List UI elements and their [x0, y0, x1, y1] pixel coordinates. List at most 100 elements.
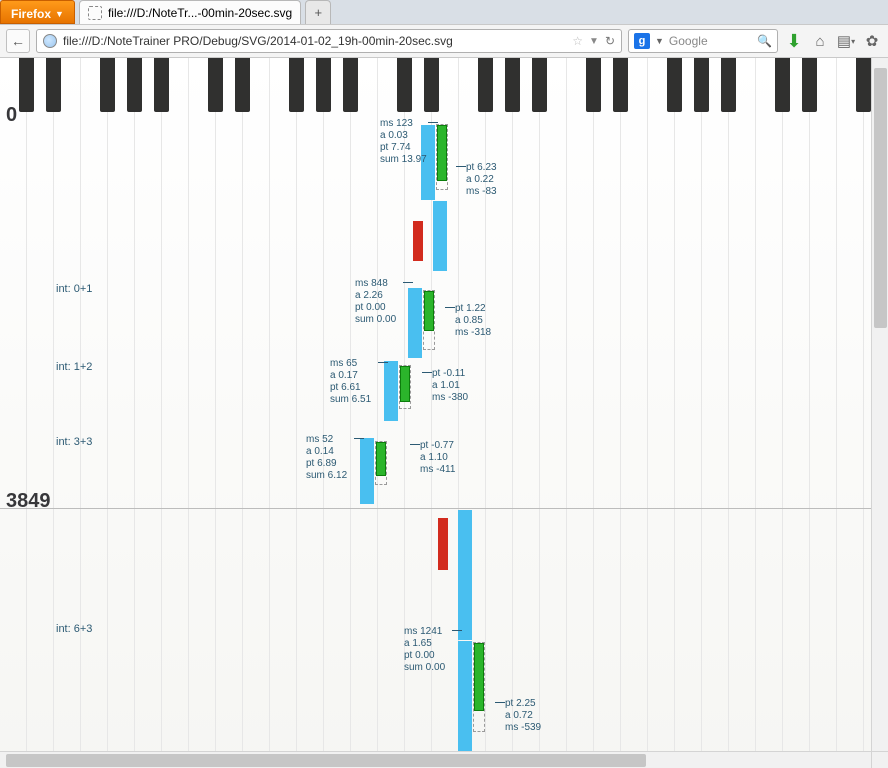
reload-icon[interactable]: ↻	[605, 34, 615, 48]
black-key	[505, 58, 520, 112]
note-annotation-left: ms 65a 0.17 pt 6.61sum 6.51	[330, 358, 378, 406]
globe-icon	[43, 34, 57, 48]
white-key-column	[135, 58, 162, 768]
horizontal-scrollbar[interactable]	[0, 751, 871, 768]
white-key-column	[270, 58, 297, 768]
note-bar-target	[384, 361, 398, 421]
url-bar[interactable]: file:///D:/NoteTrainer PRO/Debug/SVG/201…	[36, 29, 622, 53]
white-key-column	[27, 58, 54, 768]
note-annotation-left: ms 52a 0.14 pt 6.89sum 6.12	[306, 434, 354, 482]
page-icon	[88, 6, 102, 20]
note-bar-miss	[413, 221, 423, 261]
white-key-column	[243, 58, 270, 768]
browser-tab[interactable]: file:///D:/NoteTr...-00min-20sec.svg	[79, 0, 301, 24]
white-key-column	[324, 58, 351, 768]
white-key-column	[54, 58, 81, 768]
white-key-column	[837, 58, 864, 768]
bookmark-star-icon[interactable]: ☆	[572, 34, 583, 48]
browser-toolbar: ← file:///D:/NoteTrainer PRO/Debug/SVG/2…	[0, 24, 888, 58]
white-key-column	[81, 58, 108, 768]
white-key-column	[297, 58, 324, 768]
piano-keyboard	[0, 58, 888, 124]
horizontal-scrollbar-thumb[interactable]	[6, 754, 646, 767]
note-bar-target	[458, 641, 472, 751]
black-key	[19, 58, 34, 112]
note-annotation-left: ms 123a 0.03 pt 7.74sum 13.97	[380, 118, 428, 166]
plus-icon: +	[314, 5, 322, 20]
black-key	[316, 58, 331, 112]
vertical-scrollbar[interactable]	[871, 58, 888, 751]
white-key-column	[621, 58, 648, 768]
google-icon: g	[634, 33, 650, 49]
black-key	[127, 58, 142, 112]
search-icon[interactable]: 🔍	[757, 34, 772, 48]
note-bar-target	[458, 510, 472, 640]
bookmarks-menu-button[interactable]: ▤▾	[836, 31, 856, 51]
black-key	[694, 58, 709, 112]
black-key	[46, 58, 61, 112]
white-key-column	[351, 58, 378, 768]
note-annotation-right: pt -0.11a 1.01ms -380	[432, 368, 468, 404]
interval-label: int: 1+2	[56, 361, 92, 373]
black-key	[397, 58, 412, 112]
browser-tabstrip: Firefox ▼ file:///D:/NoteTr...-00min-20s…	[0, 0, 888, 24]
note-bar-miss	[438, 518, 448, 570]
tab-title: file:///D:/NoteTr...-00min-20sec.svg	[108, 6, 292, 20]
timeline-marker-top: 0	[6, 104, 17, 127]
black-key	[478, 58, 493, 112]
back-button[interactable]: ←	[6, 29, 30, 53]
note-outline	[436, 124, 448, 190]
white-key-column	[567, 58, 594, 768]
white-key-column	[594, 58, 621, 768]
white-key-column	[513, 58, 540, 768]
white-key-column	[216, 58, 243, 768]
svg-viewport[interactable]: // draw later after binding script? we n…	[0, 58, 888, 768]
note-outline	[423, 290, 435, 350]
white-key-column	[810, 58, 837, 768]
white-key-column	[783, 58, 810, 768]
white-key-column	[189, 58, 216, 768]
note-outline	[399, 365, 411, 409]
note-annotation-left: ms 1241a 1.65 pt 0.00sum 0.00	[404, 626, 452, 674]
timeline-midline	[0, 508, 888, 509]
black-key	[154, 58, 169, 112]
arrow-left-icon: ←	[11, 33, 25, 49]
search-engine-dropdown-icon[interactable]: ▼	[655, 36, 664, 46]
firefox-label: Firefox	[11, 7, 51, 21]
white-key-column	[648, 58, 675, 768]
url-dropdown-icon[interactable]: ▼	[589, 36, 599, 47]
black-key	[343, 58, 358, 112]
addon-button[interactable]: ✿	[862, 31, 882, 51]
search-bar[interactable]: g ▼ Google 🔍	[628, 29, 778, 53]
home-button[interactable]: ⌂	[810, 31, 830, 51]
vertical-scrollbar-thumb[interactable]	[874, 68, 887, 328]
black-key	[856, 58, 871, 112]
note-annotation-right: pt -0.77a 1.10ms -411	[420, 440, 455, 476]
new-tab-button[interactable]: +	[305, 0, 331, 24]
firefox-menu-button[interactable]: Firefox ▼	[0, 0, 75, 24]
note-annotation-right: pt 6.23a 0.22ms -83	[466, 162, 497, 198]
white-key-column	[540, 58, 567, 768]
black-key	[289, 58, 304, 112]
black-key	[100, 58, 115, 112]
downloads-button[interactable]: ⬇	[784, 31, 804, 51]
search-placeholder: Google	[669, 34, 708, 48]
black-key	[532, 58, 547, 112]
black-key	[208, 58, 223, 112]
white-key-column	[108, 58, 135, 768]
note-outline	[375, 441, 387, 485]
interval-label: int: 3+3	[56, 436, 92, 448]
white-key-column	[0, 58, 27, 768]
note-bar-target	[433, 201, 447, 271]
black-key	[424, 58, 439, 112]
white-key-column	[675, 58, 702, 768]
white-key-column	[756, 58, 783, 768]
black-key	[721, 58, 736, 112]
interval-label: int: 6+3	[56, 623, 92, 635]
black-key	[235, 58, 250, 112]
note-annotation-right: pt 1.22a 0.85ms -318	[455, 303, 491, 339]
interval-label: int: 0+1	[56, 283, 92, 295]
note-annotation-right: pt 2.25a 0.72ms -539	[505, 698, 541, 734]
note-bar-target	[408, 288, 422, 358]
caret-down-icon: ▼	[55, 9, 64, 19]
